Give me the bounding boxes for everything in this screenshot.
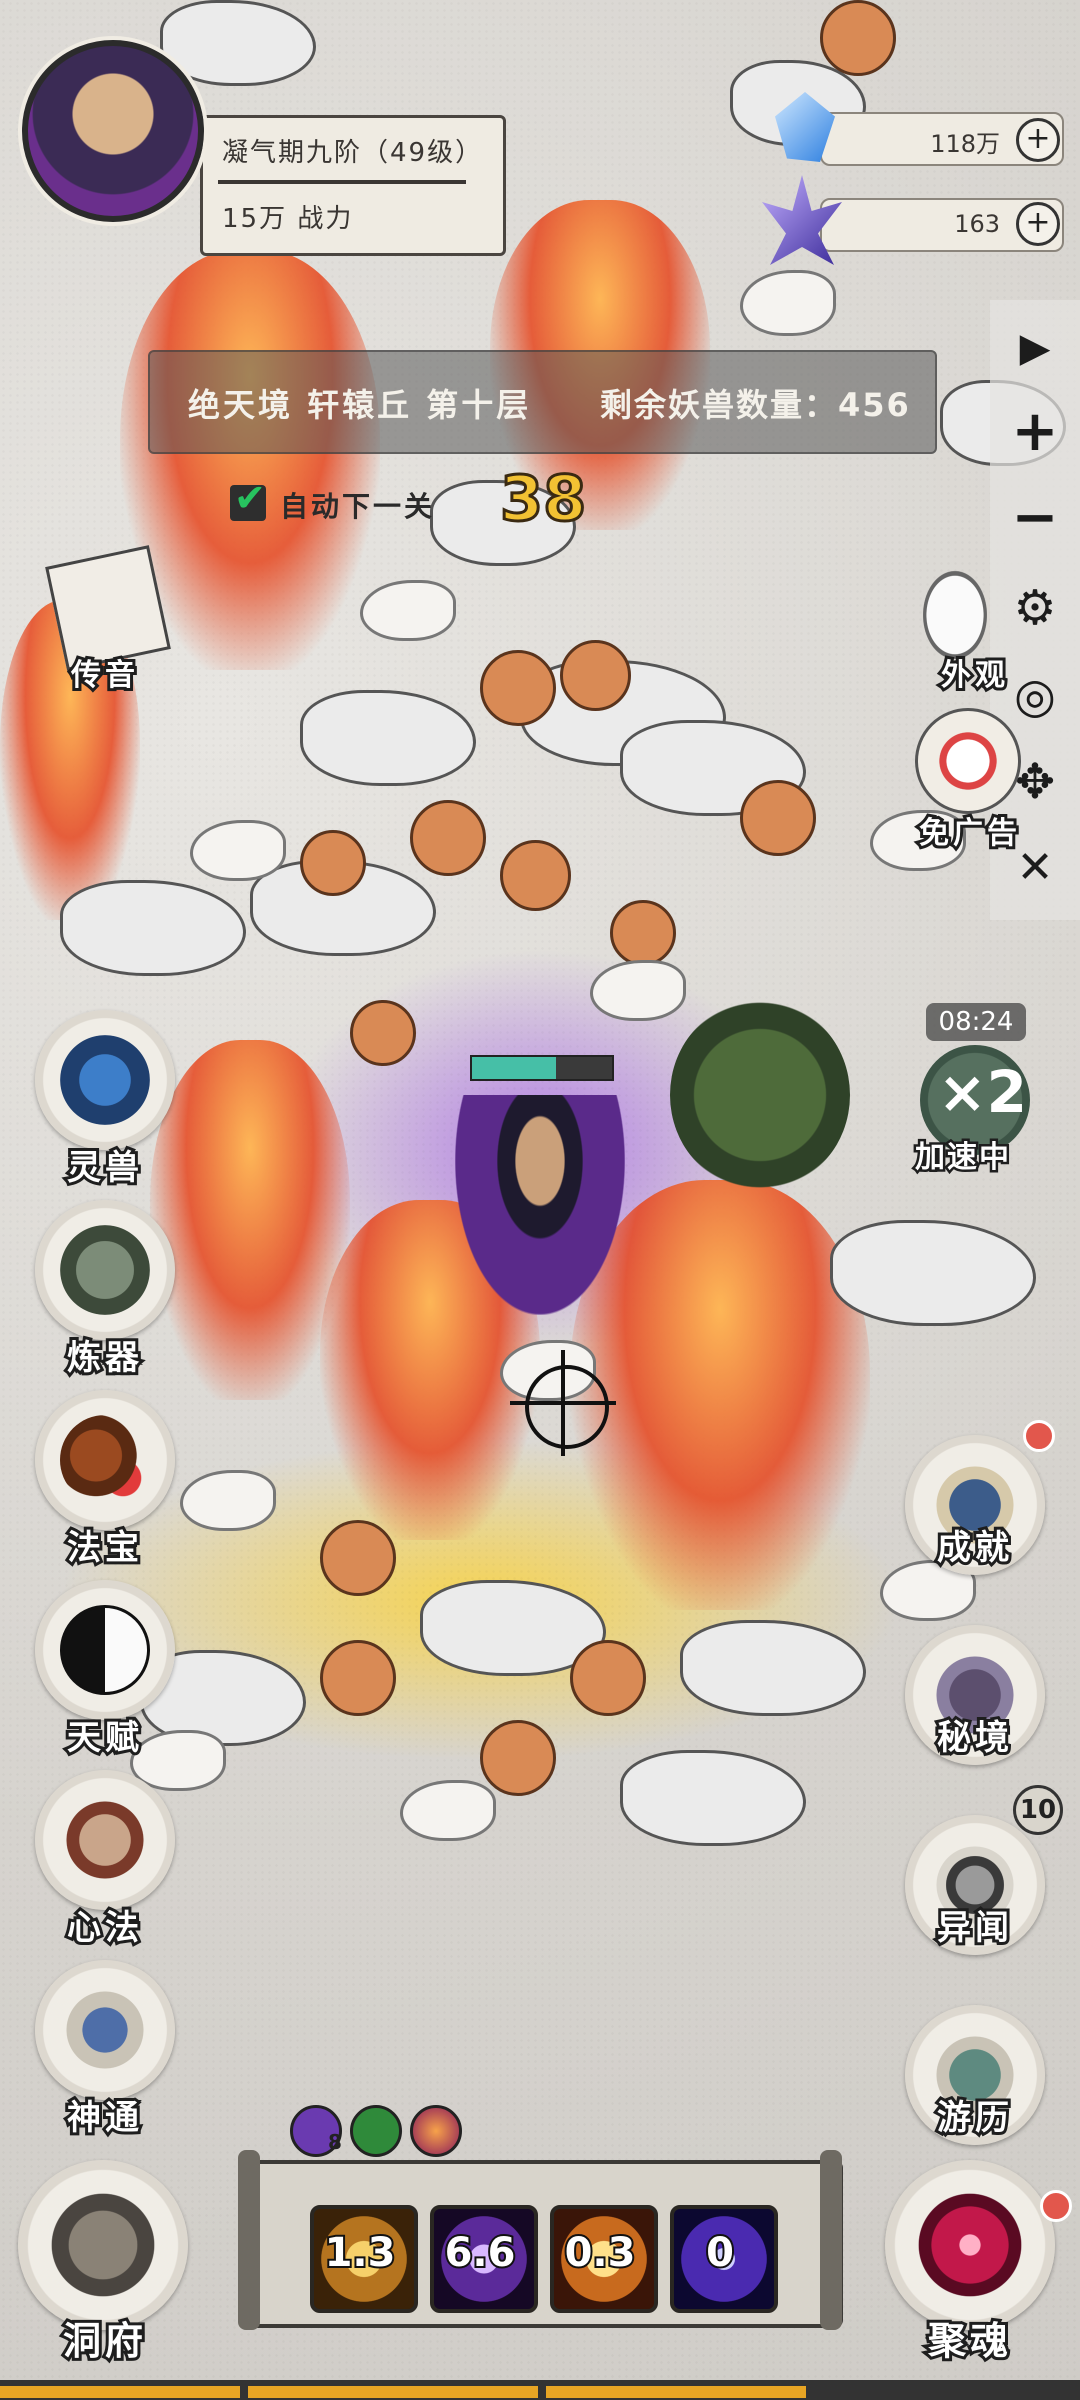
green-buff-icon[interactable]	[350, 2105, 402, 2157]
zoom-out-icon[interactable]: −	[1005, 488, 1065, 548]
monkey-enemy	[350, 1000, 416, 1066]
add-crystal-button[interactable]: +	[1016, 118, 1060, 162]
divider	[218, 180, 466, 184]
scroll-icon	[60, 1795, 150, 1885]
skill-bar-scroll-left	[238, 2150, 260, 2330]
monkey-enemy	[320, 1640, 396, 1716]
yin-yang-icon	[60, 1605, 150, 1695]
notification-dot	[1040, 2190, 1072, 2222]
fire-orb-buff-icon[interactable]	[410, 2105, 462, 2157]
menu-label-chengjiu: 成就	[934, 1525, 1013, 1571]
auto-next-label: 自动下一关	[280, 490, 436, 523]
spirit-beast-icon	[60, 1035, 150, 1125]
gourd-icon	[60, 1415, 150, 1505]
monkey-enemy	[610, 900, 676, 966]
speed-status: 加速中	[913, 1138, 1012, 1178]
play-icon[interactable]: ▶	[1005, 318, 1065, 378]
gem-amount: 163	[954, 210, 1000, 238]
menu-button-tianfu[interactable]	[35, 1580, 175, 1720]
monkey-enemy	[480, 1720, 556, 1796]
rat-enemy	[180, 1470, 276, 1531]
hero-health-fill	[472, 1057, 556, 1079]
monkey-enemy	[820, 0, 896, 76]
rat-enemy	[740, 270, 836, 336]
palace-icon	[43, 2185, 163, 2305]
menu-button-lianqi[interactable]	[35, 1200, 175, 1340]
monkey-enemy	[480, 650, 556, 726]
bottom-progress-segment	[0, 2386, 240, 2398]
menu-label-lianqi: 炼器	[64, 1335, 143, 1381]
bottom-progress-segment	[546, 2386, 806, 2398]
crosshair-line	[561, 1350, 565, 1456]
menu-label-tianfu: 天赋	[64, 1715, 143, 1761]
menu-label-waiguan: 外观	[938, 655, 1009, 696]
menu-button-lingshou[interactable]	[35, 1010, 175, 1150]
menu-button-juhun[interactable]	[885, 2160, 1055, 2330]
skill-cooldown-1: 1.3	[323, 2228, 398, 2278]
buff-count: 8	[328, 2130, 342, 2154]
tree-spirit-enemy	[670, 1000, 850, 1190]
wave-countdown: 38	[498, 461, 587, 537]
rat-enemy	[360, 580, 456, 641]
notification-dot	[1023, 1420, 1055, 1452]
settings-icon[interactable]: ⚙	[1005, 578, 1065, 638]
menu-label-juhun: 聚魂	[925, 2316, 1012, 2366]
zoom-in-icon[interactable]: +	[1005, 402, 1065, 462]
notification-count: 10	[1013, 1785, 1063, 1835]
rat-enemy	[190, 820, 286, 881]
rat-enemy	[590, 960, 686, 1021]
boost-timer: 08:24	[926, 1003, 1026, 1041]
menu-label-fabao: 法宝	[64, 1525, 143, 1571]
menu-button-xinfa[interactable]	[35, 1770, 175, 1910]
menu-label-yiwen: 异闻	[934, 1905, 1013, 1951]
menu-label-xinfa: 心法	[64, 1905, 143, 1951]
no-ads-icon[interactable]	[915, 708, 1021, 814]
menu-label-shentong: 神通	[64, 2095, 143, 2141]
monkey-enemy	[740, 780, 816, 856]
monkey-enemy	[410, 800, 486, 876]
remaining-monsters: 剩余妖兽数量：456	[600, 386, 911, 424]
stage-location: 绝天境 轩辕丘 第十层	[188, 386, 532, 424]
menu-label-dongfu: 洞府	[60, 2316, 147, 2366]
skill-cooldown-4: 0	[704, 2228, 736, 2278]
menu-label-chuanyin: 传音	[68, 655, 139, 696]
monkey-enemy	[560, 640, 631, 711]
add-gem-button[interactable]: +	[1016, 202, 1060, 246]
monkey-enemy	[500, 840, 571, 911]
player-avatar[interactable]	[22, 40, 204, 222]
menu-label-mianguanggao: 免广告	[916, 813, 1021, 854]
player-power: 15万 战力	[222, 204, 354, 234]
player-realm: 凝气期九阶（49级）	[222, 138, 484, 168]
menu-button-shentong[interactable]	[35, 1960, 175, 2100]
monkey-enemy	[320, 1520, 396, 1596]
hero-health-bar	[470, 1055, 614, 1081]
soul-vortex-icon	[910, 2185, 1030, 2305]
hero-character	[455, 1095, 625, 1315]
menu-label-youli: 游历	[934, 2095, 1013, 2141]
menu-label-lingshou: 灵兽	[64, 1145, 143, 1191]
skill-cooldown-2: 6.6	[443, 2228, 518, 2278]
monkey-enemy	[570, 1640, 646, 1716]
speed-multiplier: ×2	[938, 1058, 1027, 1126]
rat-enemy	[400, 1780, 496, 1841]
monkey-enemy	[300, 830, 366, 896]
skill-cooldown-3: 0.3	[563, 2228, 638, 2278]
target-crosshair-icon	[525, 1365, 609, 1449]
menu-button-fabao[interactable]	[35, 1390, 175, 1530]
bottom-progress-segment	[248, 2386, 538, 2398]
checkmark-icon: ✔	[234, 476, 266, 520]
menu-label-mijing: 秘境	[934, 1715, 1013, 1761]
crystal-amount: 118万	[930, 130, 1000, 158]
skill-bar-scroll-right	[820, 2150, 842, 2330]
menu-button-dongfu[interactable]	[18, 2160, 188, 2330]
sword-book-icon	[60, 1985, 150, 2075]
cauldron-icon	[60, 1225, 150, 1315]
